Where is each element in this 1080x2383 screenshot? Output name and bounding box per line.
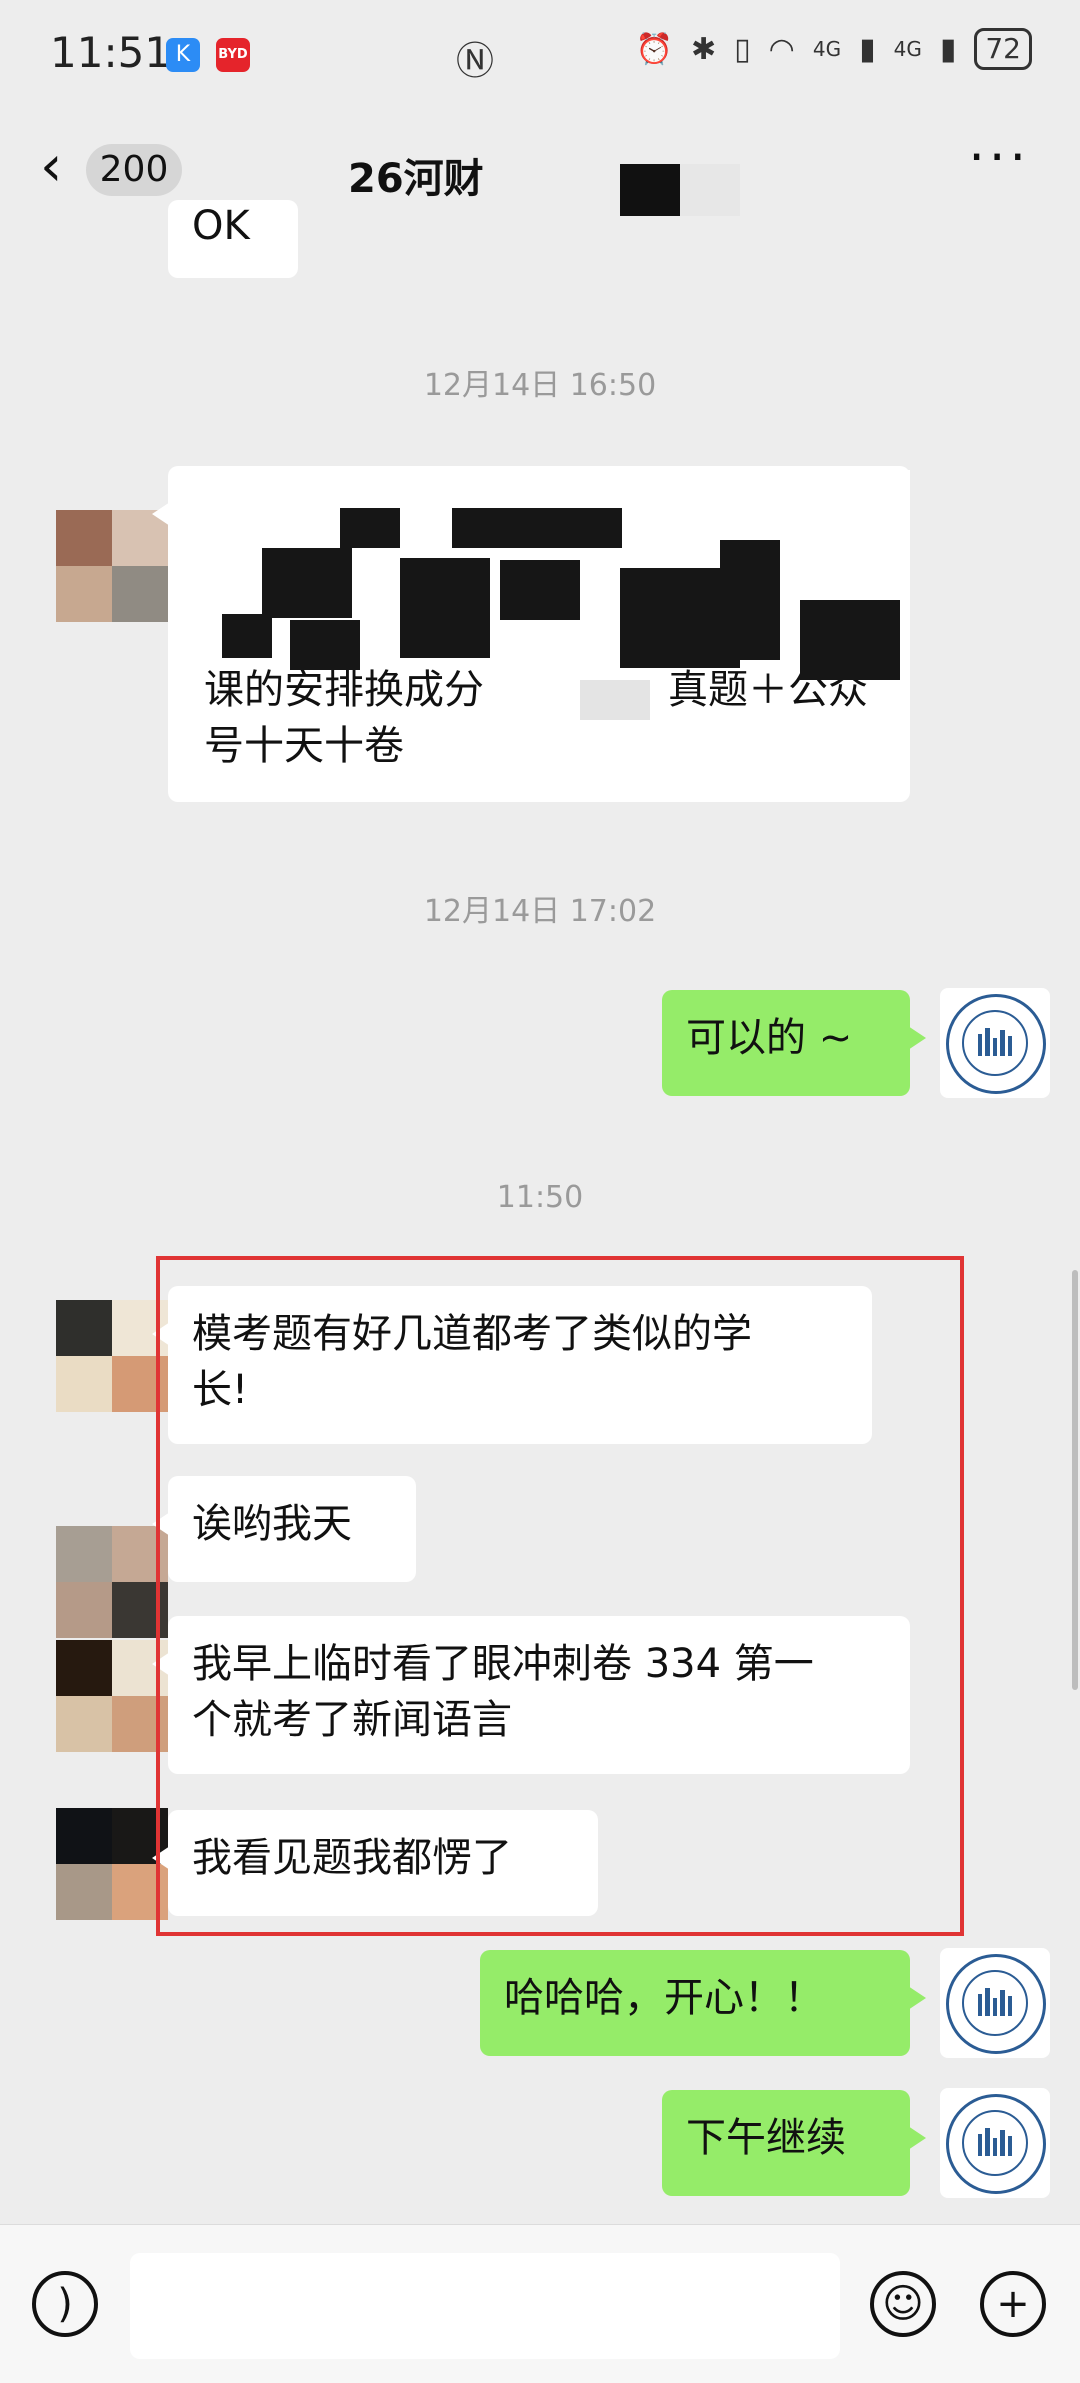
signal-4g-label: 4G <box>893 37 922 61</box>
plus-icon[interactable]: + <box>980 2271 1046 2337</box>
timestamp: 11:50 <box>496 1180 584 1215</box>
signal-bars-icon: ▮ <box>859 31 876 67</box>
alarm-icon: ⏰ <box>635 31 674 67</box>
emoji-icon[interactable]: ☺ <box>870 2271 936 2337</box>
redaction-block <box>680 164 740 216</box>
chat-header: ‹ 200 26河财 ··· <box>0 110 1080 230</box>
books-icon <box>978 1986 1013 2016</box>
status-icons: ⏰ ✱ ▯ ◠ 4G ▮ 4G ▮ 72 <box>636 28 1032 70</box>
books-icon <box>978 2126 1013 2156</box>
message-bubble[interactable]: OK <box>168 200 298 278</box>
input-bar: ) ☺ + <box>0 2224 1080 2383</box>
nfc-icon: Ⓝ <box>456 39 495 83</box>
battery-indicator: 72 <box>974 28 1032 70</box>
avatar[interactable] <box>56 510 168 622</box>
signal-bars-icon: ▮ <box>939 31 957 67</box>
redaction-block <box>452 508 622 548</box>
vibrate-icon: ▯ <box>734 31 751 67</box>
wifi-icon: ◠ <box>768 31 795 67</box>
scrollbar[interactable] <box>1072 1270 1078 1690</box>
status-bar: 11:51 K BYD Ⓝ ⏰ ✱ ▯ ◠ 4G ▮ 4G ▮ 72 <box>0 0 1080 110</box>
message-text: 可以的 ~ <box>686 1015 853 1061</box>
unread-count-badge[interactable]: 200 <box>86 144 182 196</box>
redaction-block <box>400 558 490 658</box>
redaction-block <box>800 600 900 680</box>
message-text: 哈哈哈，开心！！ <box>504 1975 824 2021</box>
voice-icon[interactable]: ) <box>32 2271 98 2337</box>
chat-title: 26河财 <box>348 156 484 202</box>
back-chevron-icon[interactable]: ‹ <box>40 134 62 199</box>
app-notification-icon: K <box>166 38 200 72</box>
bluetooth-icon: ✱ <box>691 31 717 67</box>
books-icon <box>978 1026 1013 1056</box>
avatar-self[interactable] <box>940 2088 1050 2198</box>
message-input[interactable] <box>130 2253 840 2359</box>
message-bubble-self[interactable]: 可以的 ~ <box>662 990 926 1096</box>
avatar[interactable] <box>56 1300 168 1412</box>
redaction-block <box>290 620 360 670</box>
message-text: 课的安排换成分 <box>204 667 484 713</box>
redaction-block <box>720 540 780 660</box>
highlight-annotation-box <box>156 1256 964 1936</box>
avatar-self[interactable] <box>940 1948 1050 2058</box>
app-notification-icon: BYD <box>216 38 250 72</box>
message-text: OK <box>192 203 250 249</box>
more-icon[interactable]: ··· <box>968 128 1030 188</box>
message-bubble-self[interactable]: 哈哈哈，开心！！ <box>480 1950 926 2056</box>
message-bubble-self[interactable]: 下午继续 <box>662 2090 926 2196</box>
signal-4g-label: 4G <box>812 37 842 61</box>
redaction-block <box>222 614 272 658</box>
status-time: 11:51 <box>50 28 172 77</box>
timestamp: 12月14日 17:02 <box>423 894 657 929</box>
redaction-block <box>500 560 580 620</box>
timestamp: 12月14日 16:50 <box>423 368 657 403</box>
redaction-block <box>340 508 400 548</box>
redaction-block <box>262 548 352 618</box>
message-text: 下午继续 <box>686 2115 846 2161</box>
redaction-block <box>580 680 650 720</box>
avatar-self[interactable] <box>940 988 1050 1098</box>
message-text: 号十天十卷 <box>204 723 404 769</box>
avatar[interactable] <box>56 1526 168 1638</box>
